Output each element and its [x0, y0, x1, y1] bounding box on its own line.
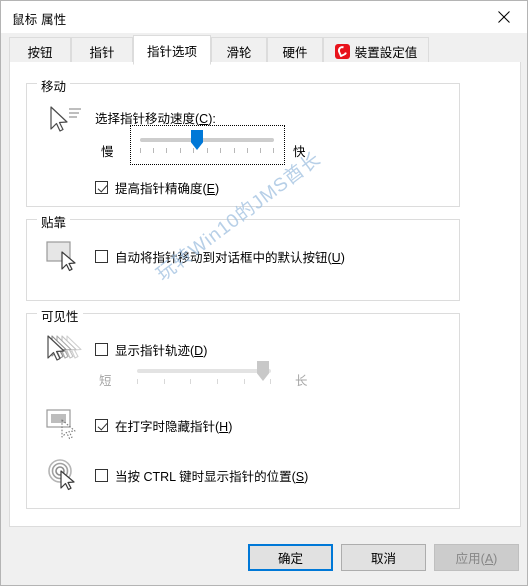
button-bar: 之家百度知 确定 取消 应用(A) [1, 535, 527, 585]
pointer-trails-icon [43, 332, 87, 368]
close-button[interactable] [481, 1, 527, 32]
group-visibility: 可见性 显示指针轨迹(D) 短 长 在打字时隐藏指针(H) 当按 CTRL 键时… [26, 306, 460, 509]
accel-key: A [484, 552, 494, 566]
tab-pointers[interactable]: 指针 [71, 37, 133, 64]
title-bar: 鼠标 属性 [1, 1, 527, 33]
tab-label: 指针 [89, 45, 115, 60]
ok-button[interactable]: 确定 [248, 544, 333, 571]
accel-key: D [194, 344, 204, 358]
tab-wheel[interactable]: 滑轮 [211, 37, 267, 64]
button-label: 应用(A) [455, 552, 498, 566]
trails-slider-ticks [137, 379, 271, 384]
checkbox-label: 显示指针轨迹(D) [115, 344, 208, 358]
tab-pointer-options[interactable]: 指针选项 [133, 35, 211, 65]
group-motion: 移动 选择指针移动速度(C): 慢 快 提高指针精确度(E) [26, 76, 460, 207]
accel-key: S [295, 470, 305, 484]
accel-key: H [219, 420, 229, 434]
trails-long-label: 长 [295, 374, 308, 388]
trails-slider-track [137, 369, 271, 373]
tab-label: 指针选项 [146, 44, 197, 59]
group-visibility-title: 可见性 [37, 306, 83, 325]
window-title: 鼠标 属性 [12, 13, 67, 27]
checkbox-box [95, 419, 108, 432]
pointer-speed-slider[interactable] [130, 125, 285, 165]
pointer-trails-slider[interactable] [129, 358, 289, 388]
checkbox-display-pointer-trails[interactable]: 显示指针轨迹(D) [95, 340, 207, 359]
button-label: 取消 [370, 552, 396, 566]
group-snap-title: 贴靠 [37, 212, 71, 231]
checkbox-show-pointer-location-ctrl[interactable]: 当按 CTRL 键时显示指针的位置(S) [95, 466, 308, 485]
tab-hardware[interactable]: 硬件 [267, 37, 323, 64]
tab-label: 按钮 [27, 45, 53, 60]
group-snap: 贴靠 自动将指针移动到对话框中的默认按钮(U) [26, 212, 460, 301]
device-settings-icon [334, 43, 350, 59]
trails-short-label: 短 [99, 374, 112, 388]
checkbox-snap-to-default-button[interactable]: 自动将指针移动到对话框中的默认按钮(U) [95, 247, 345, 266]
accel-key: U [331, 251, 341, 265]
checkbox-label: 提高指针精确度(E) [115, 182, 220, 196]
ctrl-locate-pointer-icon [43, 457, 87, 493]
checkbox-box [95, 250, 108, 263]
cancel-button[interactable]: 取消 [341, 544, 426, 571]
tab-label: 裝置設定值 [354, 45, 418, 60]
speed-slow-label: 慢 [101, 145, 114, 159]
snap-to-button-icon [43, 238, 87, 274]
speed-slider-thumb[interactable] [191, 130, 203, 150]
checkbox-hide-pointer-while-typing[interactable]: 在打字时隐藏指针(H) [95, 416, 232, 435]
accel-key: E [206, 182, 216, 196]
mouse-properties-dialog: 鼠标 属性 按钮 指针 指针选项 滑轮 硬件 裝置設定值 移动 选择指针移动速度… [0, 0, 528, 586]
tab-label: 硬件 [282, 45, 308, 60]
tab-buttons[interactable]: 按钮 [9, 37, 71, 64]
checkbox-label: 当按 CTRL 键时显示指针的位置(S) [115, 470, 309, 484]
checkbox-box [95, 181, 108, 194]
checkbox-box [95, 469, 108, 482]
trails-slider-thumb[interactable] [257, 361, 269, 381]
checkbox-box [95, 343, 108, 356]
tab-device-settings[interactable]: 裝置設定值 [323, 37, 429, 64]
speed-fast-label: 快 [293, 145, 306, 159]
group-motion-title: 移动 [37, 76, 71, 95]
checkbox-label: 在打字时隐藏指针(H) [115, 420, 233, 434]
button-label: 确定 [277, 552, 303, 566]
hide-pointer-typing-icon [43, 407, 87, 443]
tab-label: 滑轮 [226, 45, 252, 60]
checkbox-label: 自动将指针移动到对话框中的默认按钮(U) [115, 251, 345, 265]
speed-slider-track [140, 138, 274, 142]
close-icon [498, 10, 510, 23]
tab-page-pointer-options: 移动 选择指针移动速度(C): 慢 快 提高指针精确度(E) 贴靠 自动将指针移… [9, 62, 521, 527]
speed-slider-ticks [140, 148, 274, 153]
accel-key: C [199, 112, 209, 126]
tab-strip: 按钮 指针 指针选项 滑轮 硬件 裝置設定值 [1, 33, 527, 65]
checkbox-enhance-precision[interactable]: 提高指针精确度(E) [95, 178, 219, 197]
cursor-motion-icon [43, 102, 87, 138]
apply-button[interactable]: 应用(A) [434, 544, 519, 571]
